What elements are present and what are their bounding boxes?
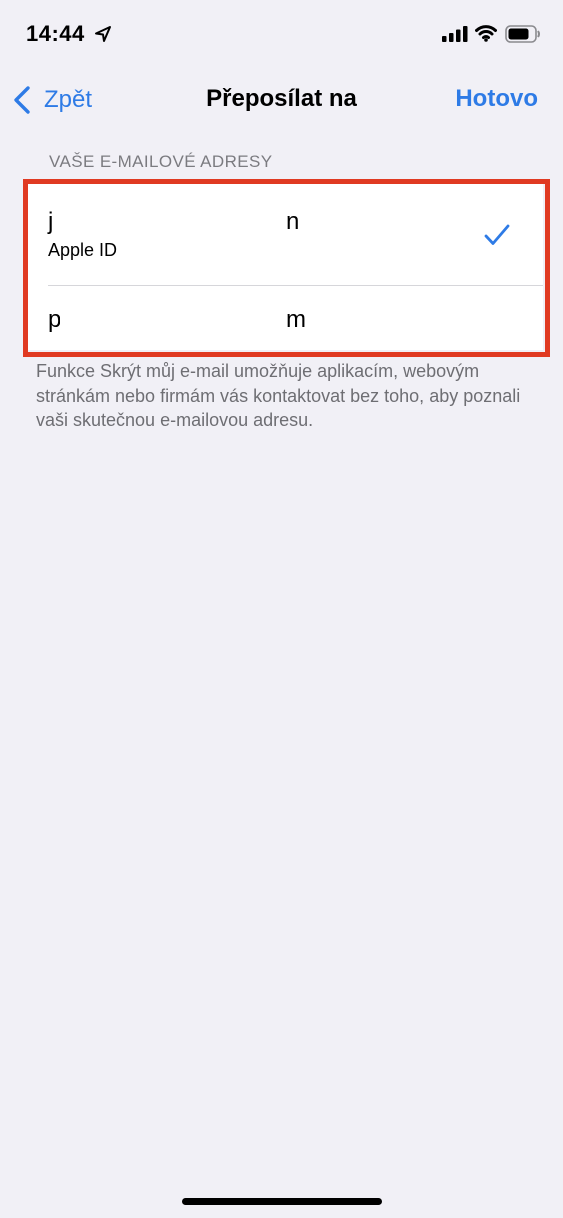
home-indicator[interactable] xyxy=(182,1198,382,1205)
footer-description: Funkce Skrýt můj e-mail umožňuje aplikac… xyxy=(36,361,521,430)
apple-id-label: Apple ID xyxy=(48,240,118,260)
email-redaction xyxy=(60,200,286,234)
email-row-secondary[interactable]: p m xyxy=(26,286,543,350)
email-redaction xyxy=(60,296,286,336)
location-arrow-icon xyxy=(95,26,111,42)
email-address-list: j n Apple ID p m xyxy=(26,182,543,350)
email-address-end: n xyxy=(286,208,300,235)
done-button[interactable]: Hotovo xyxy=(455,85,538,113)
wifi-icon xyxy=(475,25,497,42)
status-time: 14:44 xyxy=(26,21,85,46)
checkmark-icon xyxy=(484,224,510,245)
navigation-bar: Zpět Přeposílat na Hotovo xyxy=(0,75,563,125)
back-button[interactable]: Zpět xyxy=(12,83,92,117)
email-address-start: j xyxy=(48,208,54,235)
back-button-label: Zpět xyxy=(44,86,93,113)
section-header: VAŠE E-MAILOVÉ ADRESY xyxy=(49,152,273,171)
battery-icon xyxy=(505,25,540,43)
email-row-apple-id[interactable]: j n Apple ID xyxy=(26,182,543,286)
status-bar: 14:44 xyxy=(0,0,563,70)
email-address-end: m xyxy=(286,306,306,333)
chevron-left-icon xyxy=(14,86,30,114)
cellular-signal-icon xyxy=(442,26,468,42)
